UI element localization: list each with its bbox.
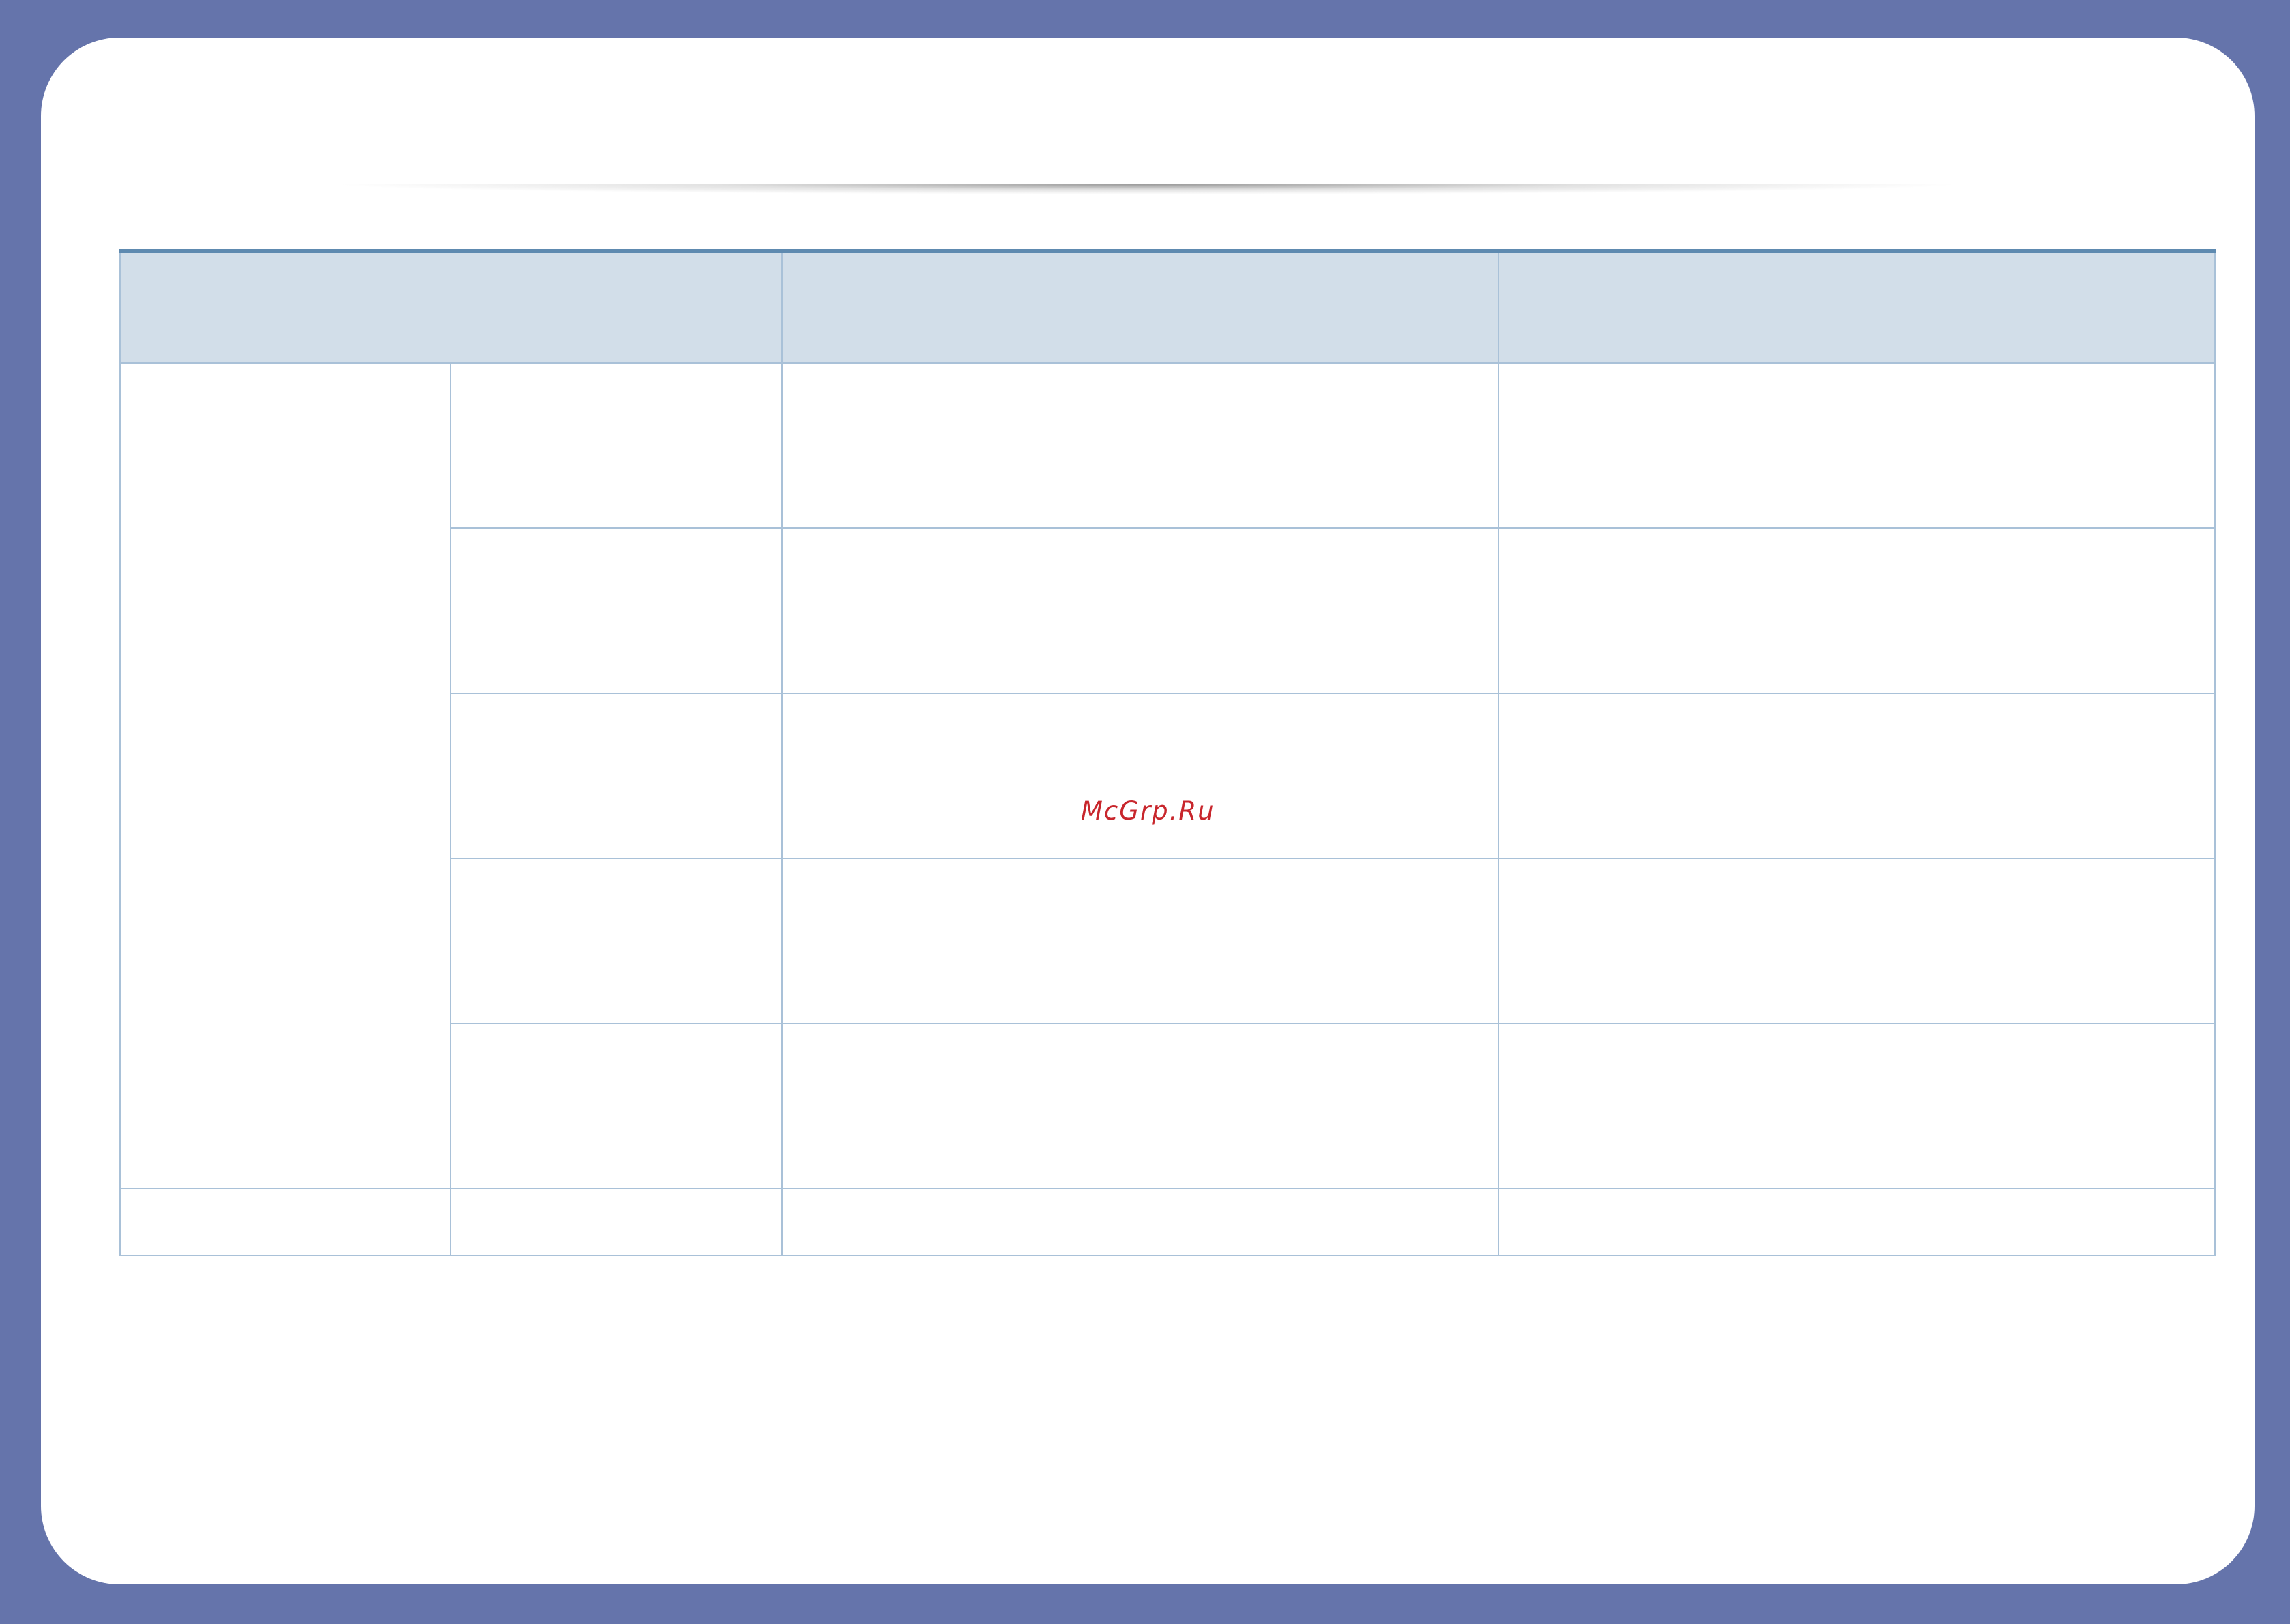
table-cell xyxy=(1499,1189,2214,1255)
table-cell xyxy=(1499,364,2214,527)
table-cell xyxy=(451,1024,781,1188)
grid-line xyxy=(450,1023,2216,1024)
table-cell xyxy=(451,859,781,1023)
table-cell xyxy=(1499,859,2214,1023)
grid-line xyxy=(450,858,2216,859)
table-cell xyxy=(783,529,1498,693)
table-cell xyxy=(119,364,450,1188)
table-cell xyxy=(783,1024,1498,1188)
grid-line xyxy=(1498,253,1499,1255)
grid-line xyxy=(781,253,783,1255)
table-cell xyxy=(1499,529,2214,693)
grid-line xyxy=(119,1188,2216,1189)
table-cell xyxy=(783,859,1498,1023)
grid-line xyxy=(119,253,121,1255)
grid-line xyxy=(119,362,2216,364)
table-header-cell xyxy=(119,253,781,362)
table-header-cell xyxy=(1499,253,2214,362)
table-cell xyxy=(451,529,781,693)
table-cell xyxy=(783,694,1498,858)
grid-line xyxy=(450,527,2216,529)
grid-line xyxy=(119,1255,2216,1256)
table-cell xyxy=(783,364,1498,527)
spec-table xyxy=(119,249,2216,1294)
table-cell xyxy=(451,694,781,858)
table-cell xyxy=(783,1189,1498,1255)
table-cell xyxy=(1499,1024,2214,1188)
table-header-cell xyxy=(783,253,1498,362)
table-cell xyxy=(1499,694,2214,858)
watermark-text: McGrp.Ru xyxy=(1081,796,1215,826)
header-divider-shadow xyxy=(68,184,2227,212)
table-cell xyxy=(451,364,781,527)
table-cell xyxy=(119,1189,450,1255)
grid-line xyxy=(450,362,451,1255)
table-cell xyxy=(451,1189,781,1255)
grid-line xyxy=(2214,253,2216,1255)
grid-line xyxy=(450,693,2216,694)
